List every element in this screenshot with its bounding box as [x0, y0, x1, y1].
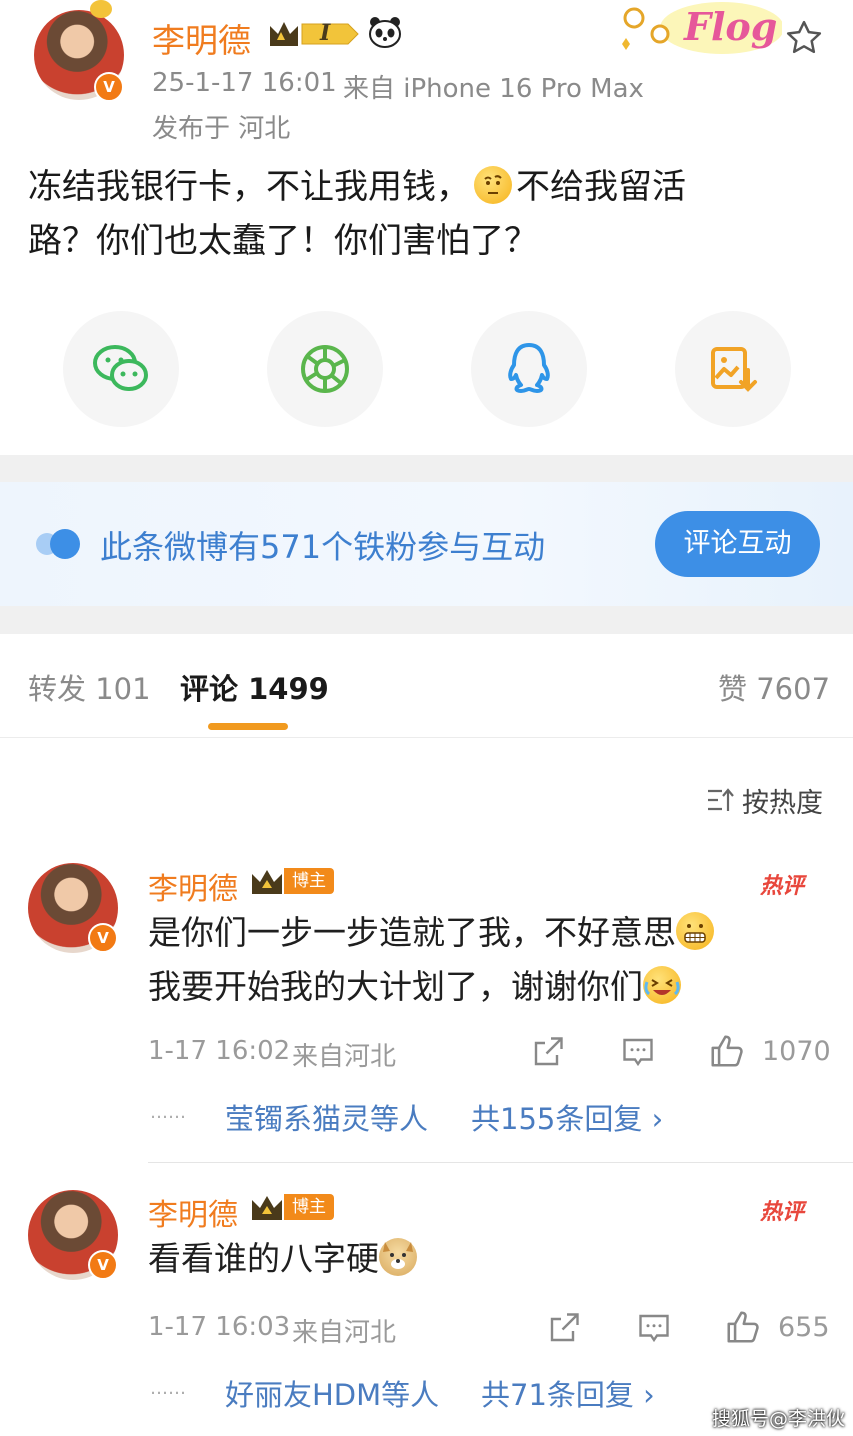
tab-likes[interactable]: 赞 7607	[718, 666, 830, 708]
avatar-decoration-icon	[90, 0, 112, 18]
comment-text-line1: 看看谁的八字硬	[148, 1239, 379, 1278]
comment-text: 看看谁的八字硬	[148, 1232, 838, 1286]
comment-text-line1: 是你们一步一步造就了我，不好意思	[148, 913, 676, 952]
active-tab-indicator	[208, 723, 288, 730]
comment-time: 1-17 16:02	[148, 1036, 291, 1066]
comment-icon[interactable]	[620, 1034, 656, 1070]
save-image-icon	[711, 347, 757, 392]
sort-toggle[interactable]: 按热度	[706, 783, 823, 819]
share-wechat-button[interactable]	[63, 311, 179, 427]
comment-divider	[148, 1162, 853, 1163]
comment-time: 1-17 16:03	[148, 1312, 291, 1342]
tab-comments[interactable]: 评论 1499	[180, 666, 329, 708]
comment-author-name[interactable]: 李明德	[148, 864, 238, 908]
qq-icon	[508, 343, 550, 393]
sort-icon	[708, 788, 734, 811]
comment-text: 是你们一步一步造就了我，不好意思 我要开始我的大计划了，谢谢你们	[148, 906, 838, 1014]
hot-comment-badge: 热评	[760, 874, 805, 899]
blogger-badge: 博主	[250, 1192, 334, 1222]
post-author-avatar[interactable]: V	[34, 10, 124, 102]
crown-icon	[270, 22, 359, 46]
comment-text-line2: 我要开始我的大计划了，谢谢你们	[148, 967, 643, 1006]
reply-count-link[interactable]: 共71条回复 ›	[481, 1372, 655, 1414]
blogger-badge-label: 博主	[284, 868, 334, 894]
thinking-emoji-icon	[474, 166, 512, 204]
section-divider	[0, 455, 853, 482]
post-source: 来自 iPhone 16 Pro Max	[343, 74, 644, 104]
repost-icon[interactable]	[530, 1034, 566, 1070]
post-text-line2: 路？你们也太蠢了！你们害怕了？	[28, 221, 538, 261]
post-text-line1: 冻结我银行卡，不让我用钱，	[28, 167, 470, 207]
comment-like-count: 1070	[762, 1036, 831, 1067]
flog-label: Flog	[684, 4, 778, 49]
post-time: 25-1-17 16:01	[152, 68, 337, 98]
reply-dots: ……	[150, 1378, 186, 1399]
banner-text: 此条微博有571个铁粉参与互动	[100, 528, 546, 566]
favorite-star-icon[interactable]	[784, 18, 824, 58]
post-text-line1b: 不给我留活	[516, 167, 686, 207]
comment-author-name[interactable]: 李明德	[148, 1190, 238, 1234]
flog-decoration: Flog	[612, 0, 784, 62]
sort-label: 按热度	[742, 787, 823, 819]
member-level-text: I	[320, 20, 331, 46]
wechat-icon	[93, 345, 148, 391]
comment-avatar[interactable]: V	[28, 863, 118, 953]
comment-interaction-button[interactable]: 评论互动	[655, 511, 820, 577]
post-text: 冻结我银行卡，不让我用钱， 不给我留活 路？你们也太蠢了！你们害怕了？	[28, 160, 828, 268]
tab-repost[interactable]: 转发 101	[28, 666, 151, 708]
crown-icon	[252, 1196, 282, 1220]
like-icon[interactable]	[724, 1308, 762, 1346]
repost-icon[interactable]	[546, 1310, 582, 1346]
doge-emoji-icon	[379, 1238, 417, 1276]
hot-comment-badge: 热评	[760, 1200, 805, 1225]
comment-source: 来自河北	[292, 1042, 397, 1072]
crown-icon	[252, 870, 282, 894]
verified-badge-icon: V	[94, 72, 124, 102]
tabs-divider	[0, 737, 853, 738]
blogger-badge-label: 博主	[284, 1194, 334, 1220]
share-moments-button[interactable]	[267, 311, 383, 427]
verified-badge-icon: V	[88, 923, 118, 953]
reply-users-link[interactable]: 好丽友HDM等人	[225, 1372, 439, 1414]
share-qq-button[interactable]	[471, 311, 587, 427]
comment-source: 来自河北	[292, 1318, 397, 1348]
post-author-name[interactable]: 李明德	[152, 14, 251, 62]
reply-users-link[interactable]: 莹镯系猫灵等人	[225, 1096, 428, 1138]
reply-count-link[interactable]: 共155条回复 ›	[471, 1096, 663, 1138]
verified-badge-icon: V	[88, 1250, 118, 1280]
member-level-badge[interactable]: I	[268, 18, 360, 50]
blogger-badge: 博主	[250, 866, 334, 896]
interaction-icon	[36, 529, 80, 559]
comment-avatar[interactable]: V	[28, 1190, 118, 1280]
post-location: 发布于 河北	[152, 114, 291, 144]
save-image-button[interactable]	[675, 311, 791, 427]
comment-like-count: 655	[778, 1312, 830, 1343]
reply-dots: ……	[150, 1102, 186, 1123]
grimace-emoji-icon	[676, 912, 714, 950]
panda-icon	[368, 16, 402, 48]
like-icon[interactable]	[708, 1032, 746, 1070]
crying-laugh-emoji-icon	[643, 966, 681, 1004]
section-divider	[0, 606, 853, 634]
moments-icon	[301, 345, 349, 393]
source-watermark: 搜狐号@李洪伙	[712, 1408, 846, 1430]
comment-icon[interactable]	[636, 1310, 672, 1346]
